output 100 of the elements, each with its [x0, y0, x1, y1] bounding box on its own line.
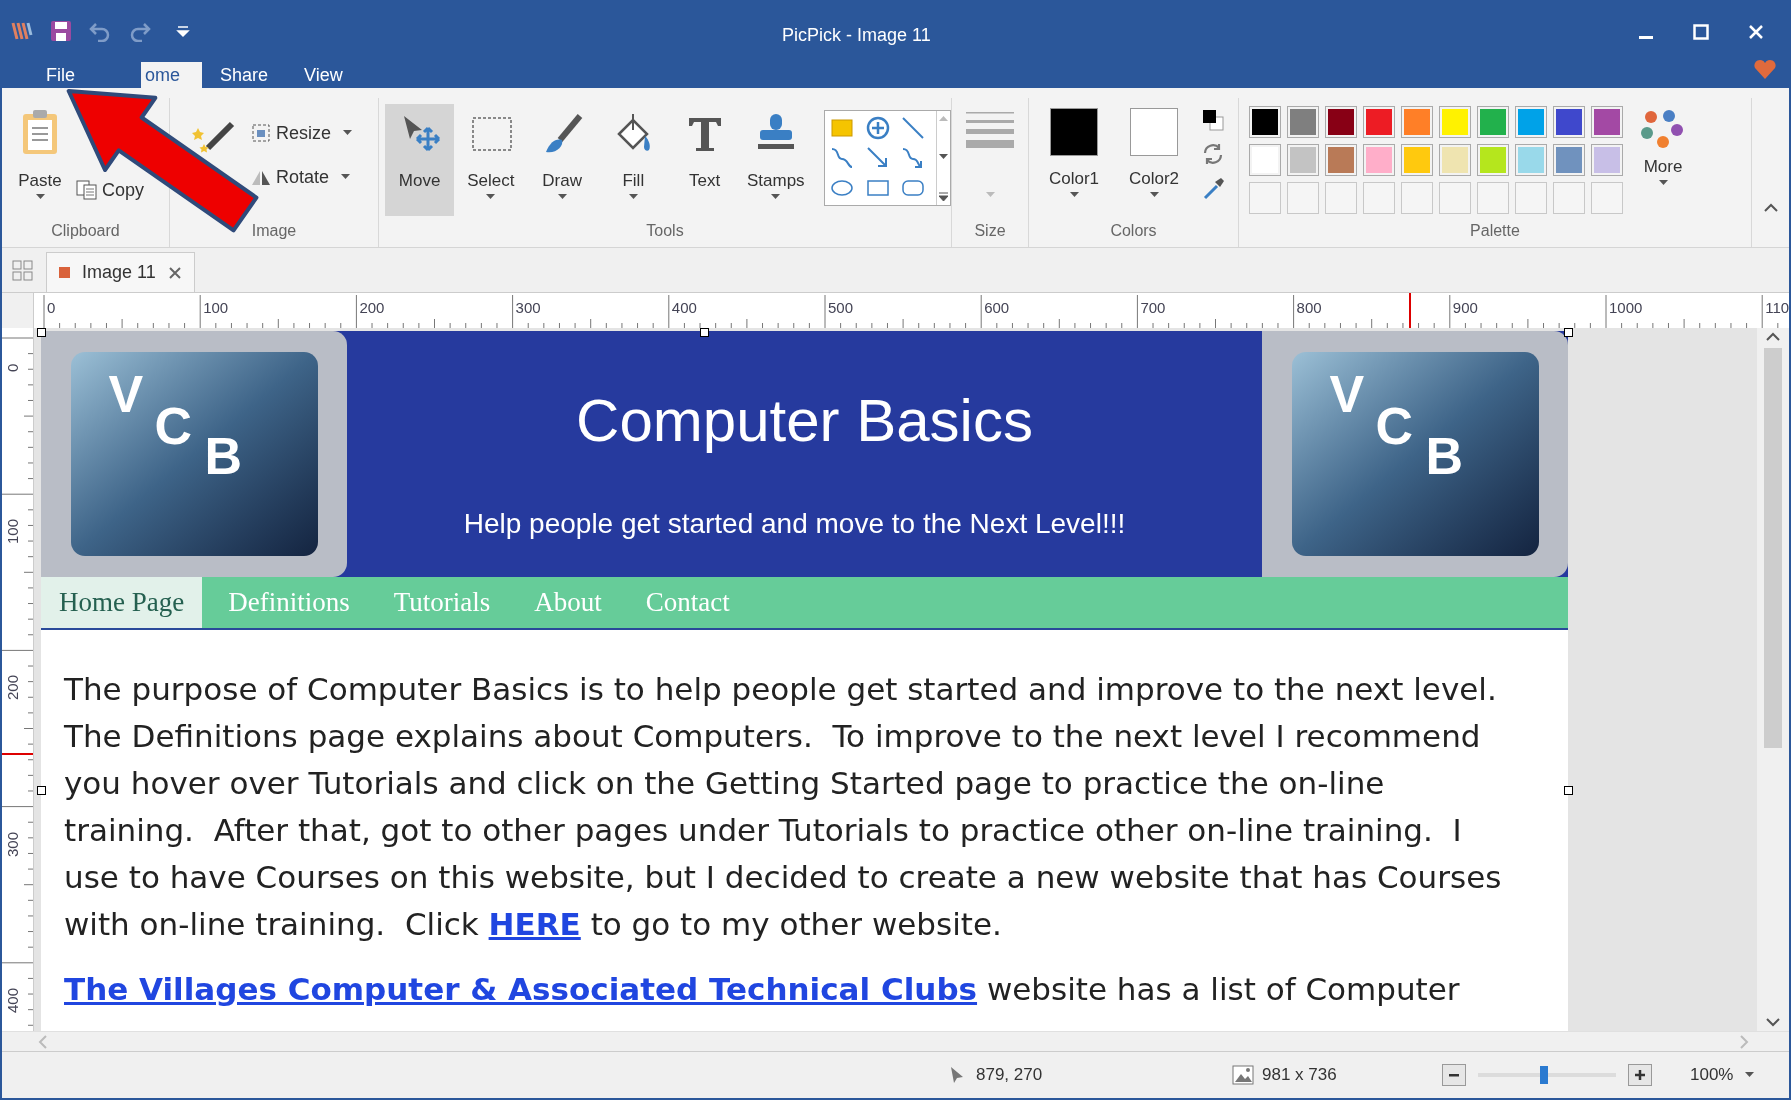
site-title: Computer Basics	[576, 391, 1033, 451]
empty-swatch[interactable]	[1401, 182, 1433, 214]
customize-caret-icon[interactable]	[176, 24, 190, 38]
caret-icon	[341, 174, 351, 180]
site-tagline: Help people get started and move to the Next Level!!!	[463, 507, 1126, 541]
group-label: Tools	[645, 221, 685, 241]
caret-icon	[1149, 191, 1159, 198]
caret-icon	[1745, 1072, 1755, 1078]
zoom-level-dropdown[interactable]: 100%	[1690, 1062, 1755, 1088]
here-link[interactable]: HERE	[488, 906, 581, 942]
scroll-left-icon[interactable]	[38, 1034, 48, 1049]
ruler-label: 100	[4, 519, 22, 545]
refresh-icon[interactable]	[1201, 142, 1225, 166]
empty-swatch[interactable]	[1591, 182, 1623, 214]
maximize-icon	[1692, 24, 1709, 40]
collapse-ribbon-icon[interactable]	[1763, 203, 1778, 213]
ribbon-tab[interactable]: ome	[141, 62, 203, 88]
tool-button[interactable]: Stamps	[741, 104, 811, 216]
ruler-label: 110	[1765, 298, 1789, 318]
zoom-in-button[interactable]	[1628, 1064, 1652, 1086]
ruler-label: 200	[4, 675, 22, 701]
tool-button[interactable]: Select	[456, 104, 526, 216]
color-button[interactable]: Color1	[1041, 104, 1107, 198]
caret-icon	[1069, 191, 1079, 198]
shape-gallery[interactable]	[824, 110, 951, 206]
document-tab[interactable]: Image 11	[46, 252, 195, 292]
ruler-label: 200	[359, 298, 385, 318]
empty-swatch[interactable]	[1249, 182, 1281, 214]
empty-swatch[interactable]	[1439, 182, 1471, 214]
image-icon	[59, 267, 70, 278]
empty-swatch[interactable]	[1287, 182, 1319, 214]
ruler-label: 700	[1140, 298, 1166, 318]
caret-icon	[486, 193, 496, 200]
color-button[interactable]: Color2	[1121, 104, 1187, 198]
scroll-right-icon[interactable]	[1739, 1034, 1749, 1049]
close-tab-icon[interactable]	[167, 265, 182, 280]
resize-handle[interactable]	[37, 786, 46, 795]
redo-icon[interactable]	[128, 20, 152, 42]
ruler-label: 400	[4, 987, 22, 1013]
copy-button[interactable]: Copy	[76, 176, 145, 204]
plus-icon	[1634, 1069, 1646, 1081]
pointer-icon	[950, 1066, 964, 1084]
ruler-label: 100	[203, 298, 229, 318]
empty-swatch[interactable]	[1553, 182, 1585, 214]
heart-icon[interactable]	[1753, 58, 1777, 80]
tool-button[interactable]: Draw	[527, 104, 597, 216]
group-label: Image	[250, 221, 298, 241]
tool-button[interactable]: Text	[669, 104, 740, 216]
ribbon-tab[interactable]: View	[286, 62, 361, 88]
scroll-down-icon[interactable]	[939, 153, 948, 160]
clipboard-icon	[20, 108, 60, 156]
resize-button[interactable]: Resize	[250, 118, 353, 148]
empty-swatch[interactable]	[1363, 182, 1395, 214]
caret-icon	[557, 193, 567, 200]
ribbon-tab[interactable]: Share	[202, 62, 287, 88]
tool-button[interactable]: Fill	[598, 104, 668, 216]
rotate-button[interactable]: Rotate	[250, 162, 353, 192]
empty-swatch[interactable]	[1325, 182, 1357, 214]
undo-icon[interactable]	[88, 20, 112, 42]
ribbon-tab[interactable]: File	[28, 62, 93, 88]
tool-button[interactable]: Move	[385, 104, 455, 216]
resize-handle[interactable]	[37, 328, 46, 337]
logo-letter: B	[1425, 430, 1464, 482]
grid-view-icon[interactable]	[12, 260, 34, 282]
save-icon[interactable]	[50, 20, 72, 42]
caret-icon	[343, 130, 353, 136]
eyedropper-icon[interactable]	[1201, 176, 1225, 202]
ruler-label: 1000	[1609, 298, 1643, 318]
more-colors-button[interactable]: More	[1633, 104, 1693, 186]
cursor-position: 879, 270	[976, 1064, 1043, 1087]
logo-letter: B	[204, 430, 243, 482]
circle-cross-icon[interactable]	[864, 115, 891, 141]
scroll-down-icon[interactable]	[1766, 1017, 1780, 1027]
expand-gallery-icon[interactable]	[939, 192, 948, 201]
paste-button[interactable]: Paste	[12, 104, 68, 214]
swap-colors-icon[interactable]	[1201, 108, 1225, 132]
horizontal-scrollbar[interactable]	[2, 1031, 1789, 1051]
zoom-slider-thumb[interactable]	[1540, 1066, 1549, 1084]
nav-link[interactable]: Home Page	[41, 577, 203, 628]
ruler-label: 400	[671, 298, 697, 318]
resize-handle[interactable]	[1564, 328, 1573, 337]
minimize-icon	[1638, 35, 1653, 39]
group-label: Colors	[1109, 221, 1158, 241]
resize-handle[interactable]	[700, 328, 709, 337]
scroll-up-icon[interactable]	[1766, 332, 1780, 342]
ruler-label: 0	[47, 298, 56, 318]
caret-icon	[1658, 179, 1668, 186]
empty-swatch[interactable]	[1515, 182, 1547, 214]
empty-swatch[interactable]	[1477, 182, 1509, 214]
clubs-link[interactable]: The Villages Computer & Associated Technical Clubs	[64, 971, 978, 1007]
ruler-label: 500	[828, 298, 854, 318]
copy-icon	[76, 180, 98, 200]
scrollbar-thumb[interactable]	[1764, 348, 1782, 748]
resize-handle[interactable]	[1564, 786, 1573, 795]
zoom-slider[interactable]	[1478, 1066, 1616, 1084]
clubs-paragraph: The Villages Computer & Associated Technical Clubs website has a list of Computer	[64, 970, 1461, 1009]
logo-letter: C	[154, 400, 193, 452]
resize-icon	[250, 122, 272, 144]
zoom-out-button[interactable]	[1442, 1064, 1466, 1086]
caret-icon	[771, 193, 781, 200]
